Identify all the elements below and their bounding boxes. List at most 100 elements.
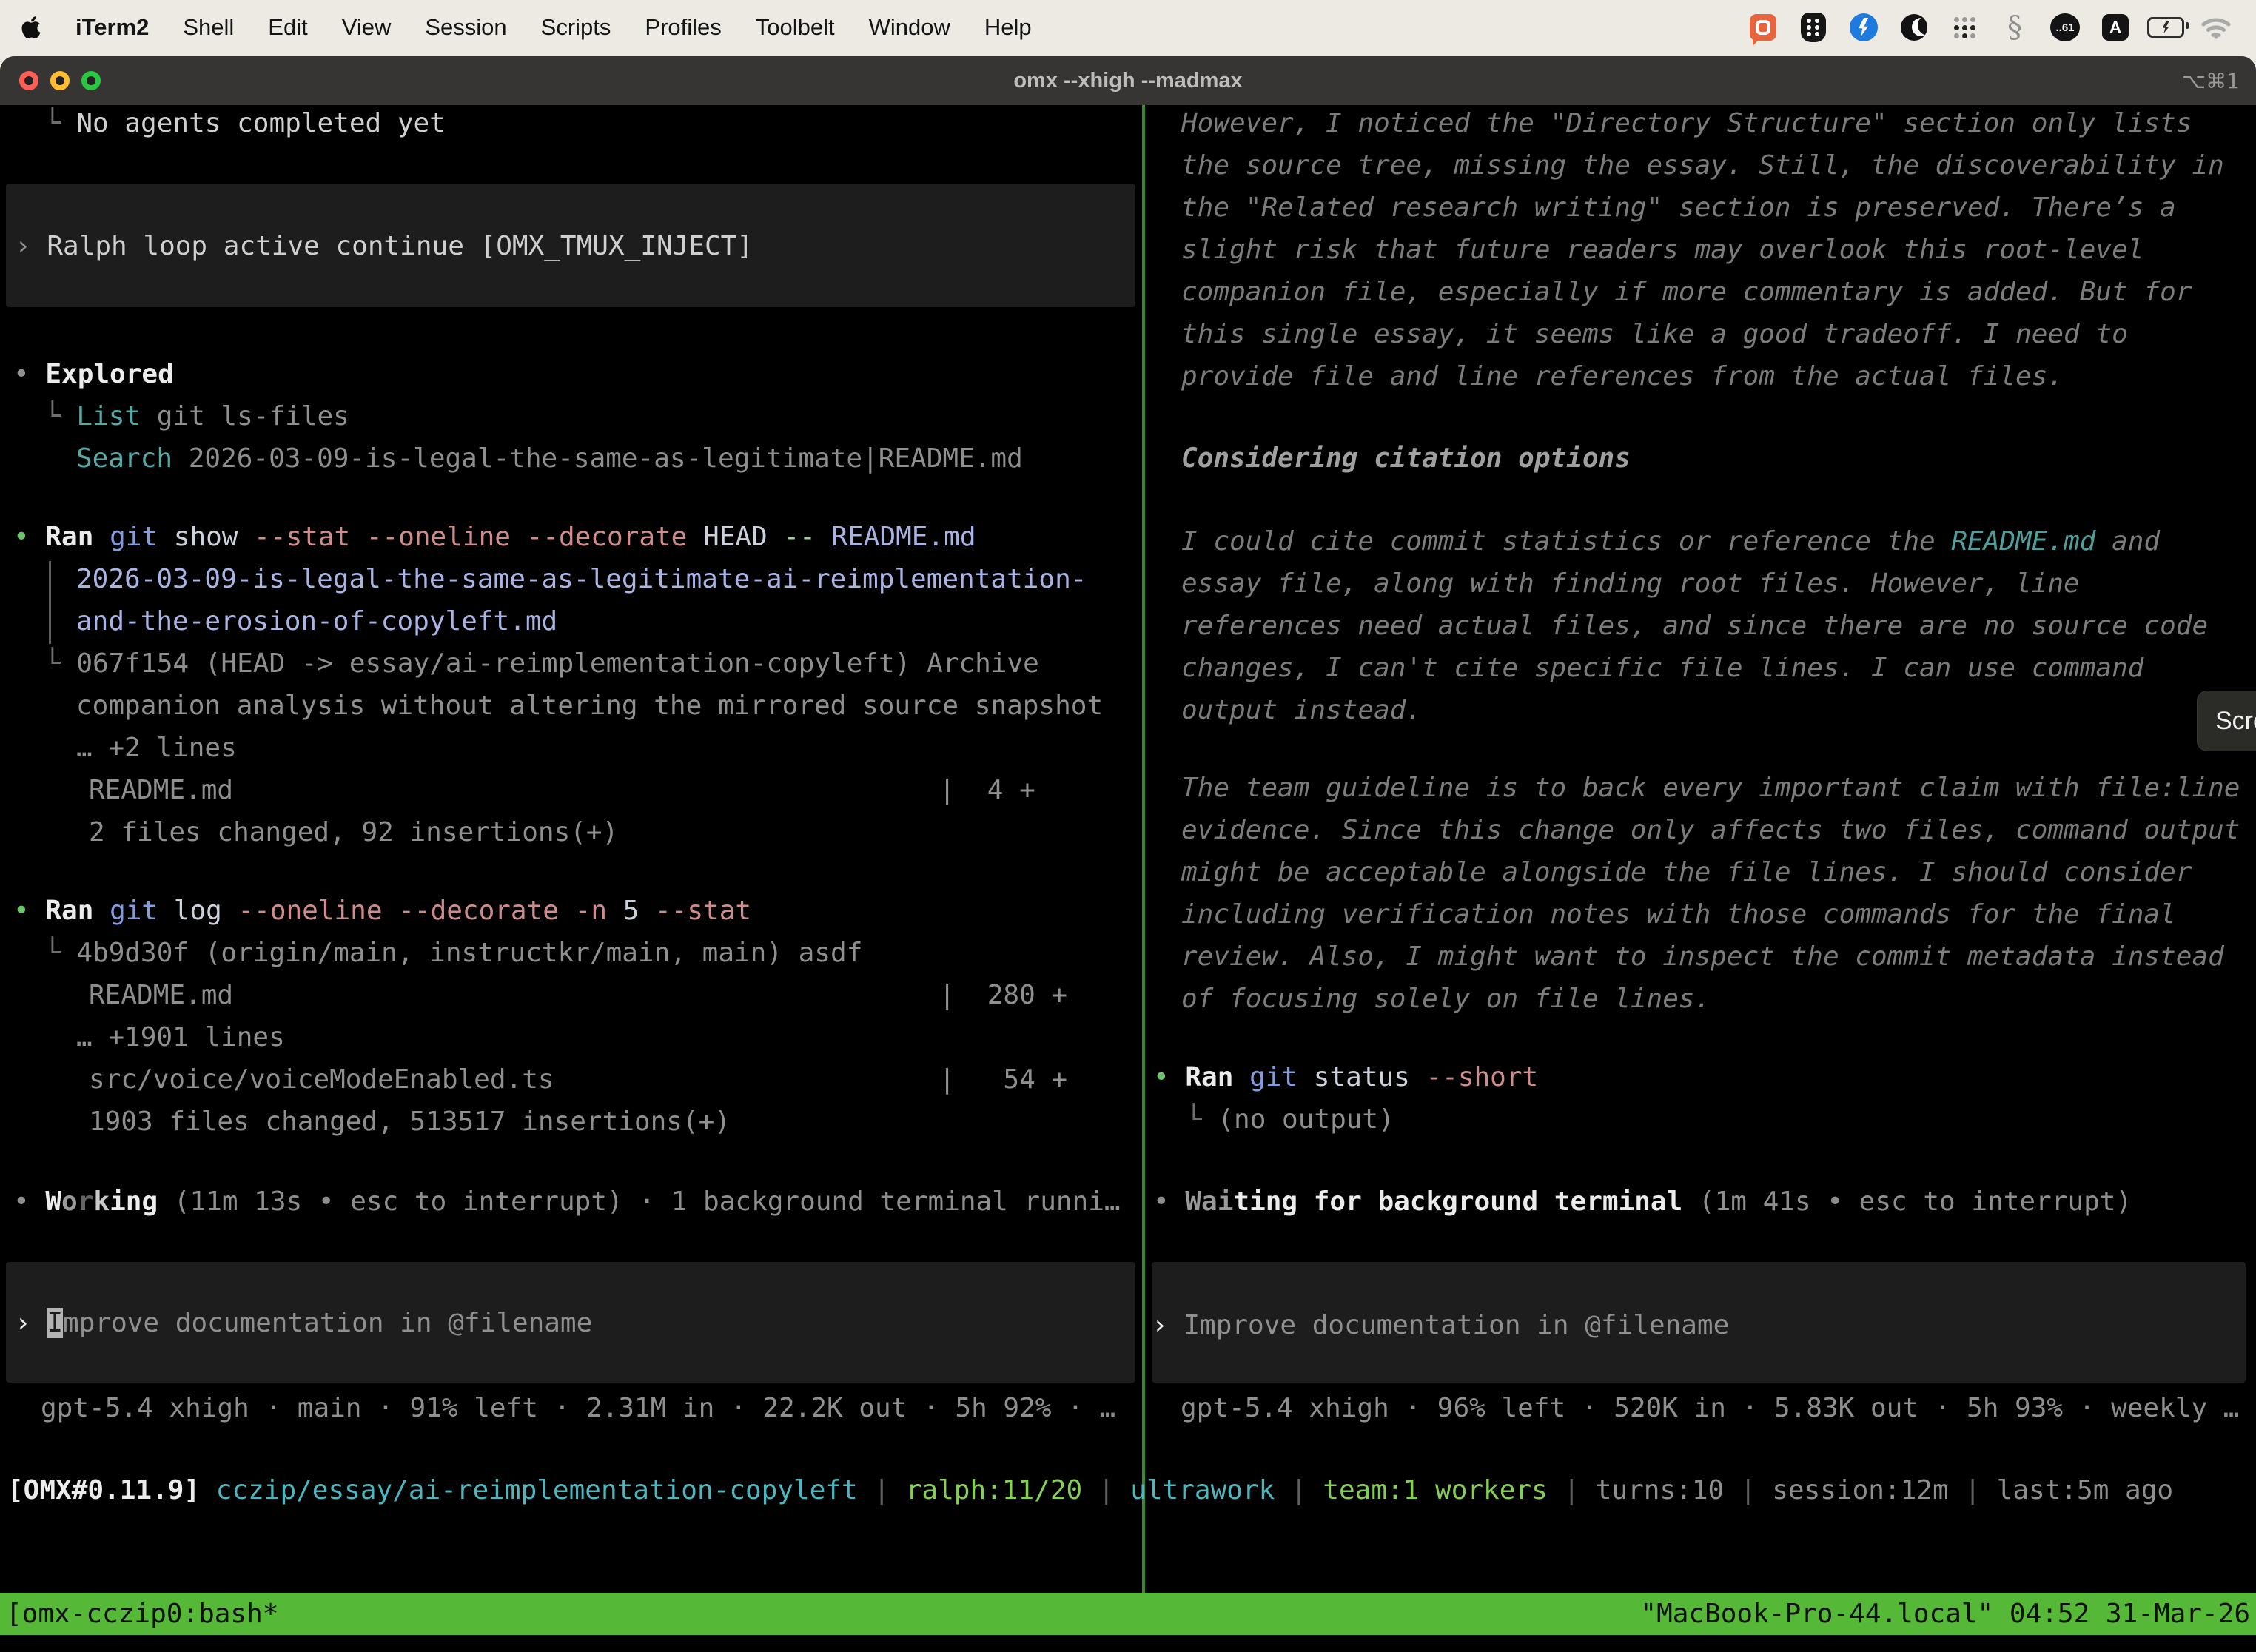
stat-readme-4: README.md | 4 + <box>89 769 1035 811</box>
text-segment: --stat <box>254 522 366 552</box>
ran-git-status-line: • Ran git status --short <box>1153 1056 1538 1098</box>
text-segment: git ls-files <box>141 401 349 432</box>
close-button[interactable] <box>19 71 38 90</box>
text-segment: --decorate <box>527 522 703 552</box>
menu-item-window[interactable]: Window <box>869 14 950 41</box>
left-prompt-input[interactable]: › Improve documentation in @filename <box>15 1302 592 1344</box>
menu-item-shell[interactable]: Shell <box>183 14 234 41</box>
menu-item-toolbelt[interactable]: Toolbelt <box>756 14 835 41</box>
text-segment: review. Also, I might want to inspect th… <box>1181 941 2224 972</box>
thought-p1-l5: companion file, especially if more comme… <box>1181 271 2192 313</box>
thought-p2-l4: changes, I can't cite specific file line… <box>1181 647 2143 689</box>
text-segment: 2 files changed, 92 insertions(+) <box>89 817 618 847</box>
tmux-status-bar: [omx-cczip0:bash* "MacBook-Pro-44.local"… <box>0 1593 2256 1635</box>
text-segment: essay file, along with finding root file… <box>1181 568 2080 599</box>
elided-2-lines: … +2 lines <box>76 727 237 769</box>
text-segment: The team guideline is to back every impo… <box>1181 773 2240 803</box>
explored-list-line: └ List git ls-files <box>44 395 349 437</box>
wifi-icon[interactable] <box>2197 8 2235 47</box>
crescent-icon[interactable] <box>1895 8 1933 47</box>
thought-p2-l1: I could cite commit statistics or refere… <box>1181 520 2160 563</box>
tmux-session-label[interactable]: [omx-cczip0:bash* <box>6 1593 278 1635</box>
text-segment: companion analysis without altering the … <box>76 691 1103 721</box>
text-segment: --stat <box>655 896 751 926</box>
thought-p3-l4: including verification notes with those … <box>1181 893 2176 936</box>
text-segment: Ran <box>45 896 110 926</box>
text-segment: Considering citation options <box>1181 443 1631 474</box>
minimize-button[interactable] <box>50 71 70 90</box>
menu-item-profiles[interactable]: Profiles <box>645 14 721 41</box>
blue-bolt-icon[interactable] <box>1844 8 1883 47</box>
text-segment: └ <box>44 108 76 138</box>
menu-item-view[interactable]: View <box>342 14 392 41</box>
percent-61-icon[interactable]: ..61 <box>2046 8 2084 47</box>
thought-p1-l4: slight risk that future readers may over… <box>1181 229 2143 271</box>
text-segment: turns:10 <box>1596 1475 1724 1505</box>
no-agents-line: └ No agents completed yet <box>44 102 446 144</box>
text-segment: (1m 41s • esc to interrupt) <box>1682 1186 2132 1217</box>
menu-item-help[interactable]: Help <box>984 14 1032 41</box>
text-segment: README.md | 280 + <box>89 980 1067 1010</box>
text-segment: -n <box>575 896 623 926</box>
text-segment: r <box>78 1186 94 1217</box>
text-segment: README.md <box>1951 526 2095 557</box>
text-segment: might be acceptable alongside the file l… <box>1181 857 2192 887</box>
apple-menu-icon[interactable] <box>21 15 41 40</box>
thought-p1-l1: However, I noticed the "Directory Struct… <box>1181 102 2192 144</box>
window-shortcut: ⌥⌘1 <box>2182 69 2240 93</box>
zoom-button[interactable] <box>81 71 101 90</box>
menu-status-icons: § ..61 A <box>1744 8 2235 47</box>
text-segment: of focusing solely on file lines. <box>1181 984 1711 1014</box>
text-segment: … +1901 lines <box>76 1022 285 1052</box>
text-segment: team:1 workers <box>1323 1475 1547 1505</box>
dots-grid-icon[interactable] <box>1945 8 1984 47</box>
text-segment: › <box>1152 1310 1184 1340</box>
commit-067-line: └ 067f154 (HEAD -> essay/ai-reimplementa… <box>44 642 1039 685</box>
shield-grid-icon[interactable] <box>1794 8 1833 47</box>
text-segment: ting for background terminal <box>1233 1186 1682 1217</box>
text-segment: Improve documentation in @filename <box>1184 1310 1729 1340</box>
tmux-host-clock: "MacBook-Pro-44.local" 04:52 31-Mar-26 <box>1640 1593 2250 1635</box>
text-segment: --oneline <box>238 896 398 926</box>
text-segment: last:5m ago <box>1997 1475 2173 1505</box>
squiggle-icon[interactable]: § <box>1995 8 2034 47</box>
text-segment: • <box>13 359 45 389</box>
tmux-pane-divider[interactable] <box>1142 105 1145 1593</box>
text-segment: • <box>13 1186 45 1217</box>
input-source-a-icon[interactable]: A <box>2096 8 2135 47</box>
text-segment: 067f154 (HEAD -> essay/ai-reimplementati… <box>76 648 1038 679</box>
text-segment: src/voice/voiceModeEnabled.ts | 54 + <box>89 1064 1067 1095</box>
text-segment: o <box>61 1186 78 1217</box>
menu-item-scripts[interactable]: Scripts <box>541 14 611 41</box>
text-segment: k <box>93 1186 110 1217</box>
text-segment: No agents completed yet <box>76 108 446 138</box>
text-segment: 5 <box>623 896 655 926</box>
text-segment: 4b9d30f (origin/main, instructkr/main, m… <box>76 938 862 968</box>
thought-p1-l6: this single essay, it seems like a good … <box>1181 313 2128 355</box>
text-segment: Ralph loop active continue [OMX_TMUX_INJ… <box>47 231 753 261</box>
thought-p1-l3: the "Related research writing" section i… <box>1181 187 2176 229</box>
text-segment: companion file, especially if more comme… <box>1181 277 2192 307</box>
menu-item-session[interactable]: Session <box>425 14 506 41</box>
commit-067-msg-line: companion analysis without altering the … <box>76 685 1103 727</box>
text-segment: List <box>76 401 141 432</box>
explored-search-line: Search 2026-03-09-is-legal-the-same-as-l… <box>76 437 1023 480</box>
chat-orange-icon[interactable] <box>1744 8 1782 47</box>
text-segment: log <box>174 896 238 926</box>
text-segment: git <box>110 896 174 926</box>
text-segment: Ran <box>45 522 110 552</box>
iterm2-window: omx --xhigh --madmax ⌥⌘1 └ No agents com… <box>0 56 2256 1652</box>
text-segment: 2026-03-09-is-legal-the-same-as-legitima… <box>172 443 1023 474</box>
right-prompt-input[interactable]: › Improve documentation in @filename <box>1152 1304 1729 1346</box>
ralph-loop-banner: › Ralph loop active continue [OMX_TMUX_I… <box>15 225 753 267</box>
menu-item-iterm2[interactable]: iTerm2 <box>75 14 149 41</box>
menu-item-edit[interactable]: Edit <box>268 14 307 41</box>
text-segment: Wai <box>1185 1186 1233 1217</box>
window-title-bar[interactable]: omx --xhigh --madmax ⌥⌘1 <box>0 56 2256 105</box>
ran-git-show-line: • Ran git show --stat --oneline --decora… <box>13 516 976 558</box>
stat-voicemode-54: src/voice/voiceModeEnabled.ts | 54 + <box>89 1058 1067 1101</box>
text-segment: session:12m <box>1772 1475 1948 1505</box>
battery-icon[interactable] <box>2146 8 2185 47</box>
explored-header: • Explored <box>13 353 174 395</box>
menu-items: iTerm2 Shell Edit View Session Scripts Profile… <box>21 14 1032 41</box>
